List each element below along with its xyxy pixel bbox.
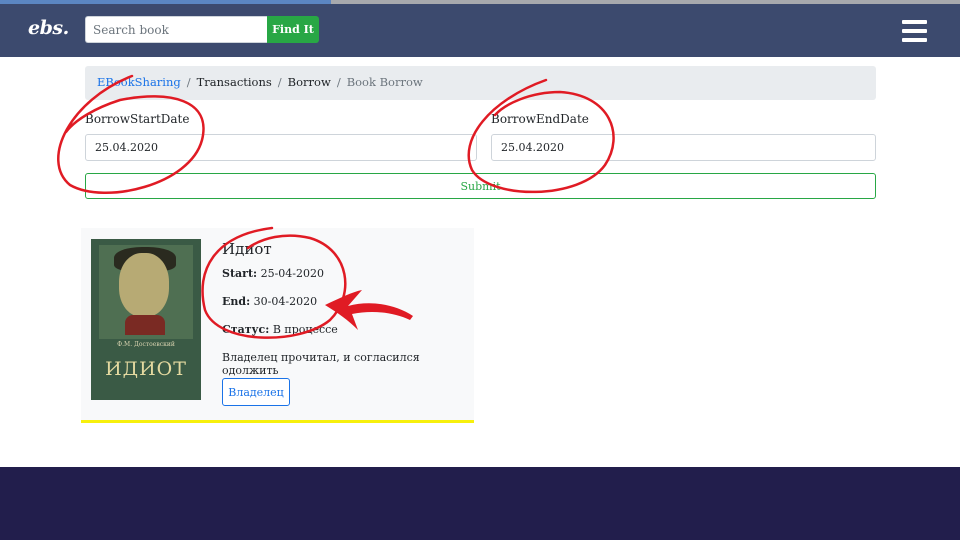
footer-band [0, 467, 960, 540]
breadcrumb-home-link[interactable]: EBookSharing [97, 75, 181, 89]
status-value: В процессе [272, 323, 338, 336]
find-it-button[interactable]: Find It [267, 16, 319, 43]
book-title: Идиот [222, 240, 272, 258]
status-line: Статус: В процессе [222, 323, 338, 336]
cover-author: Ф.М. Достоевский [117, 341, 175, 348]
submit-button[interactable]: Submit [85, 173, 876, 199]
brand-logo[interactable]: ebs. [28, 17, 69, 39]
borrow-start-line: Start: 25-04-2020 [222, 267, 324, 280]
hamburger-menu-icon[interactable] [898, 18, 930, 44]
start-label: Start: [222, 267, 258, 280]
breadcrumb-borrow[interactable]: Borrow [288, 75, 331, 89]
book-cover-image: Ф.М. Достоевский ИДИОТ [91, 239, 201, 400]
search-input[interactable] [85, 16, 267, 43]
status-label: Статус: [222, 323, 270, 336]
breadcrumb-current: Book Borrow [346, 75, 423, 89]
end-label: End: [222, 295, 251, 308]
end-value: 30-04-2020 [253, 295, 318, 308]
breadcrumb: EBookSharing / Transactions / Borrow / Book Bo… [85, 66, 876, 100]
borrow-end-date-input[interactable] [491, 134, 876, 161]
cover-portrait [99, 245, 193, 339]
start-value: 25-04-2020 [260, 267, 325, 280]
book-card: Ф.М. Достоевский ИДИОТ Идиот Start: 25-0… [81, 228, 474, 423]
owner-button[interactable]: Владелец [222, 378, 290, 406]
breadcrumb-separator: / [336, 75, 341, 89]
breadcrumb-separator: / [186, 75, 191, 89]
breadcrumb-separator: / [277, 75, 282, 89]
borrow-start-date-input[interactable] [85, 134, 477, 161]
navbar: ebs. Find It [0, 4, 960, 57]
owner-note: Владелец прочитал, и согласился одолжить [222, 351, 420, 377]
borrow-end-date-label: BorrowEndDate [491, 112, 589, 126]
breadcrumb-transactions[interactable]: Transactions [197, 75, 272, 89]
borrow-end-line: End: 30-04-2020 [222, 295, 317, 308]
borrow-start-date-label: BorrowStartDate [85, 112, 190, 126]
cover-title: ИДИОТ [105, 358, 187, 380]
